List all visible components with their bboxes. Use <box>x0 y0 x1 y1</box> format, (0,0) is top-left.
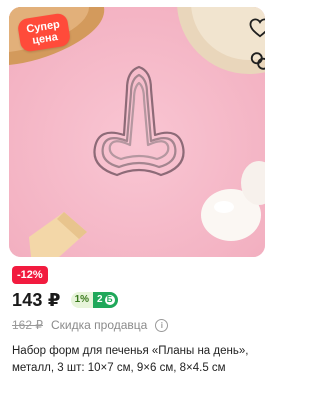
secondary-price-row: 162 ₽ Скидка продавца i <box>12 317 169 333</box>
product-image[interactable]: Супер цена <box>9 7 265 257</box>
favorite-button[interactable] <box>248 16 265 40</box>
product-card[interactable]: Супер цена -12% 143 ₽ 1% 2 Б 162 ₽ Скидк… <box>0 0 271 399</box>
discount-badge: -12% <box>12 266 48 284</box>
coin-icon: Б <box>104 295 115 305</box>
loyalty-points: 2 Б <box>93 292 118 308</box>
badge-line-2: цена <box>31 30 59 47</box>
seller-discount-label: Скидка продавца <box>51 318 148 332</box>
info-icon[interactable]: i <box>155 318 169 332</box>
current-price: 143 ₽ <box>12 289 61 310</box>
loyalty-points-value: 2 <box>97 294 103 305</box>
heart-outline-icon <box>249 18 265 38</box>
compare-rings-icon <box>250 52 265 70</box>
price-row: 143 ₽ 1% 2 Б <box>12 289 118 311</box>
product-title[interactable]: Набор форм для печенья «Планы на день», … <box>12 343 262 377</box>
loyalty-badge[interactable]: 1% 2 Б <box>70 292 118 308</box>
old-price: 162 ₽ <box>12 318 43 332</box>
loyalty-percent: 1% <box>70 292 94 308</box>
compare-button[interactable] <box>248 49 265 73</box>
